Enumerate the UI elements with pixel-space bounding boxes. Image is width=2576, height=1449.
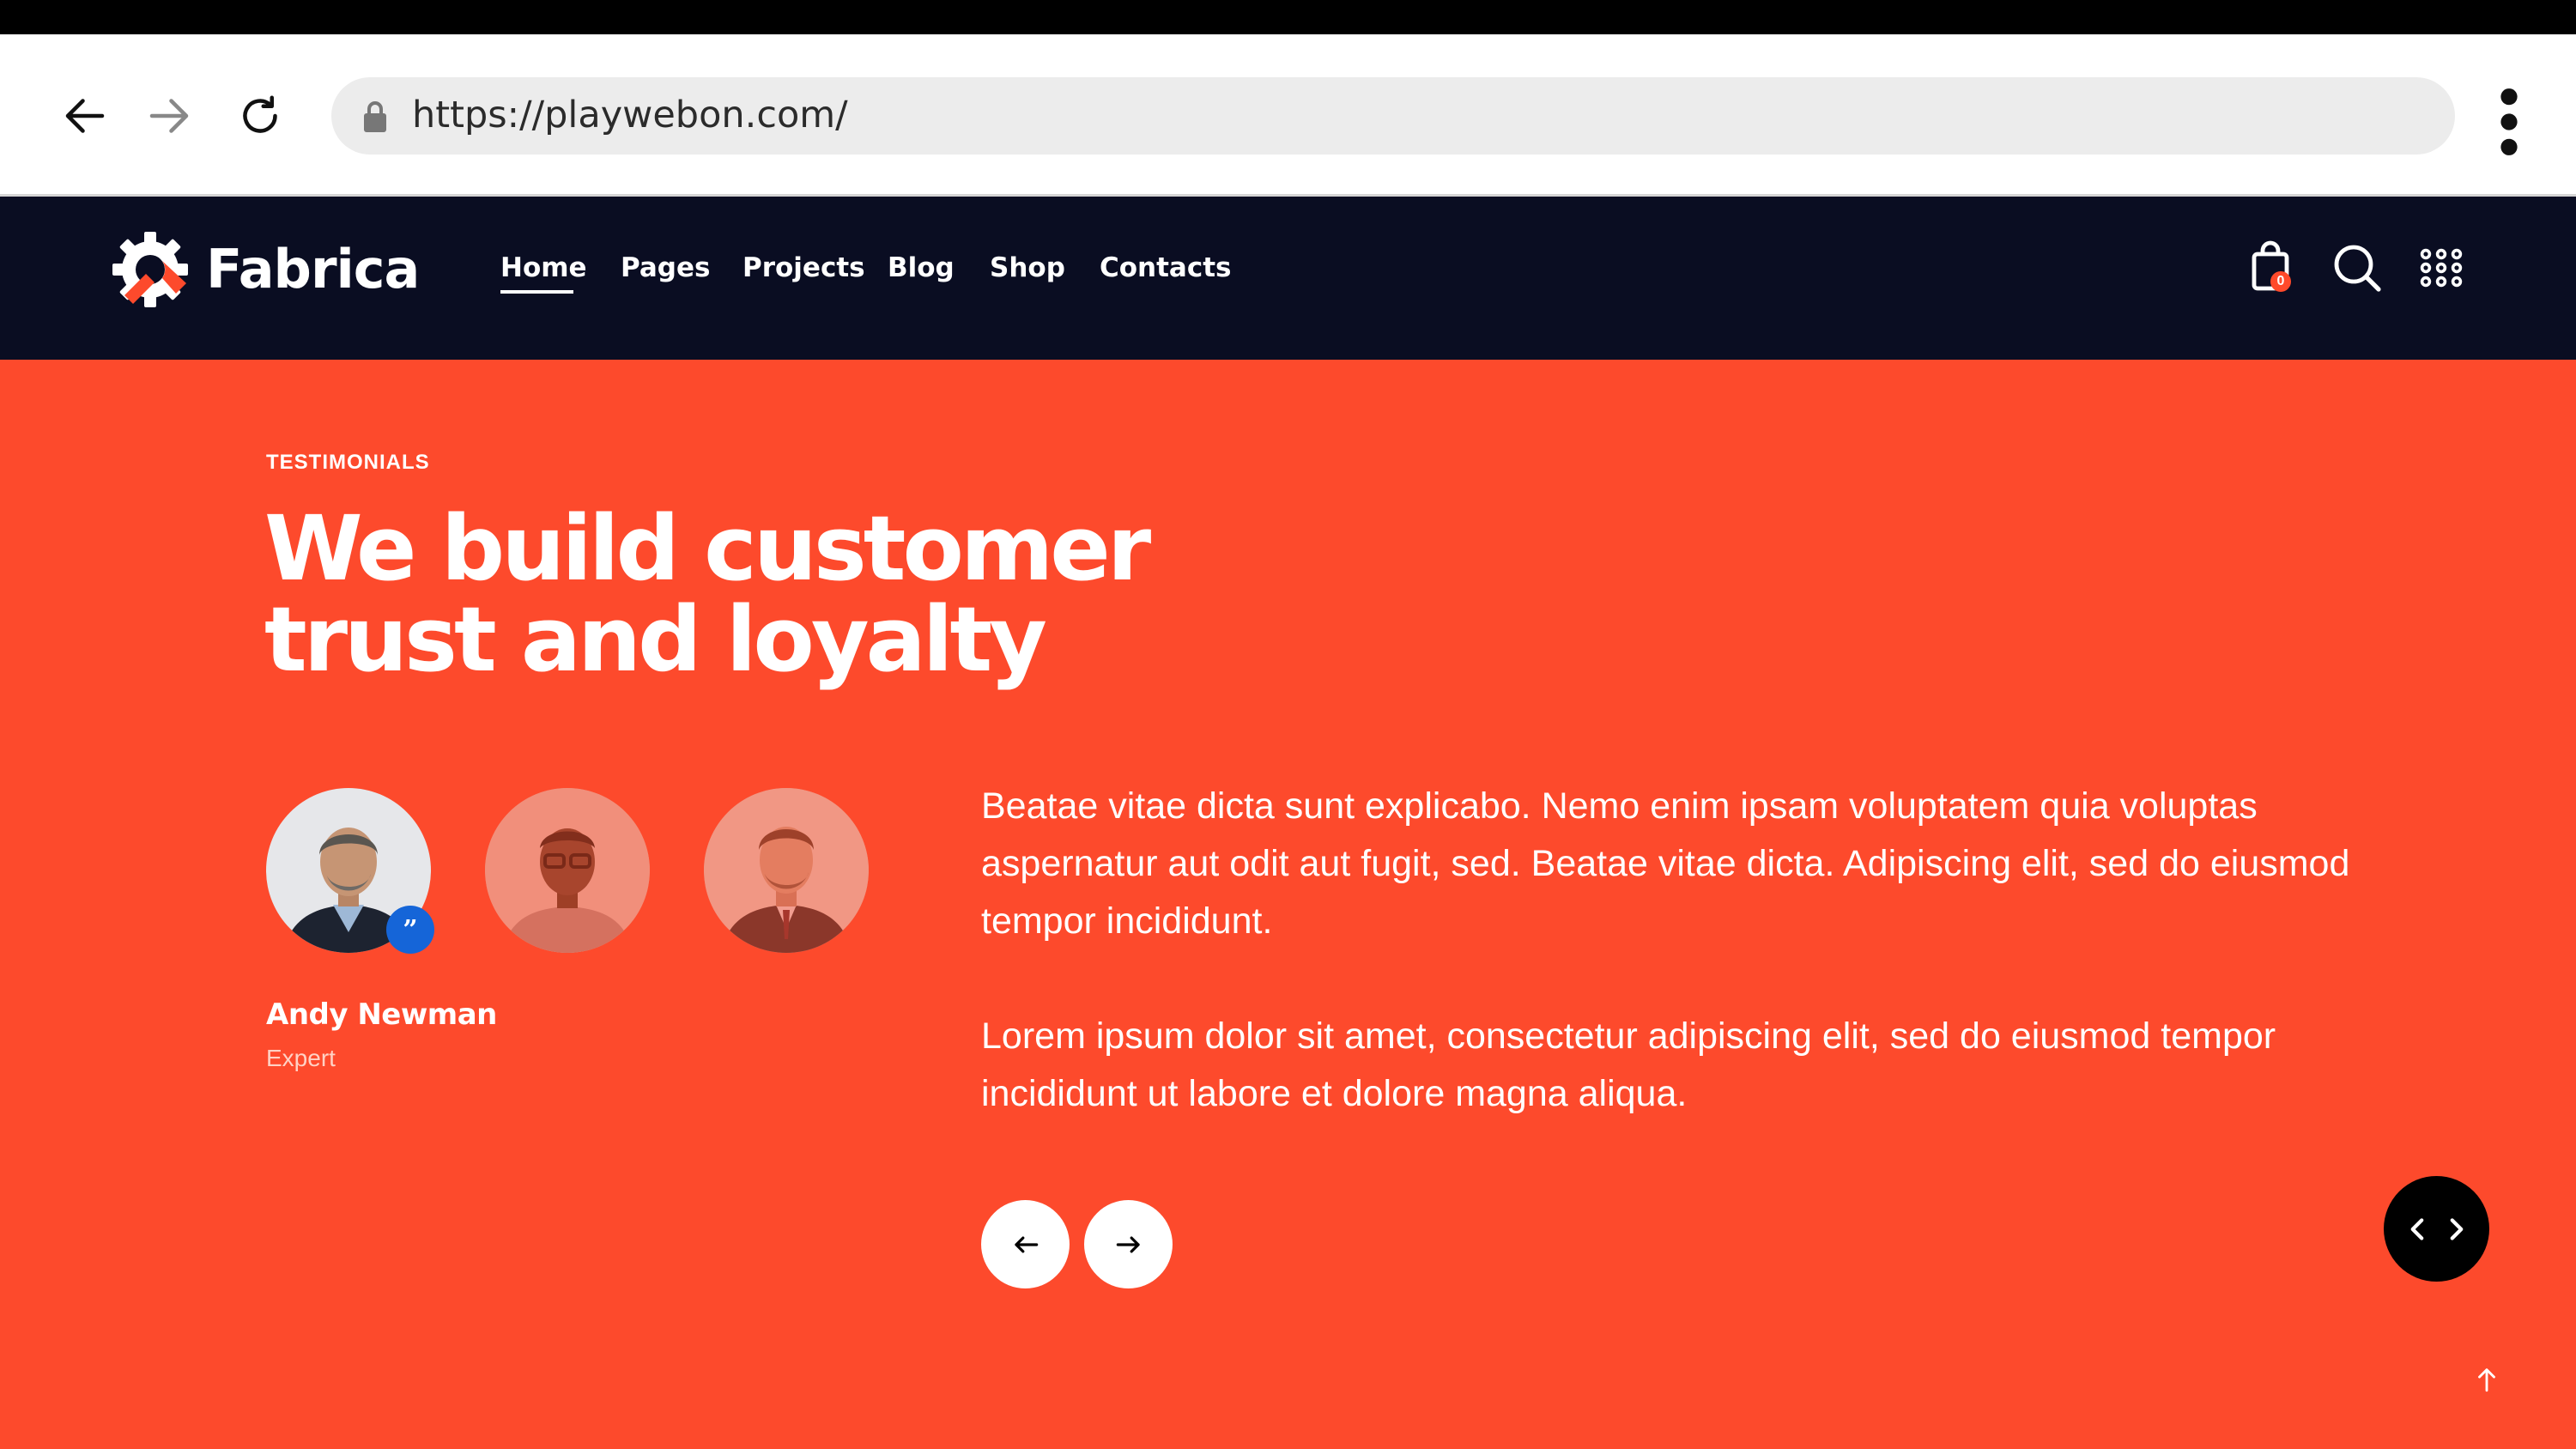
menu-item-contacts[interactable]: Contacts [1100,251,1232,285]
forward-arrow-icon [149,99,189,133]
menu-item-pages[interactable]: Pages [621,251,710,285]
chevron-left-icon [2410,1217,2423,1240]
back-button[interactable] [55,82,115,150]
search-icon[interactable] [2331,240,2383,295]
scroll-to-top-icon[interactable] [2472,1365,2501,1394]
chevron-right-icon [2450,1217,2463,1240]
section-eyebrow: TESTIMONIALS [266,451,430,474]
portrait-image [485,788,650,953]
testimonial-text: Beatae vitae dicta sunt explicabo. Nemo … [981,778,2355,1180]
reload-icon [243,95,277,133]
cart-count-badge: 0 [2270,271,2291,292]
arrow-left-icon [1014,1236,1038,1252]
quote-icon: ” [386,906,434,954]
menu-item-projects[interactable]: Projects [742,251,865,285]
url-text[interactable]: https://playwebon.com/ [412,91,848,139]
arrow-right-icon [1116,1236,1140,1252]
gear-logo-icon[interactable] [107,227,193,312]
person-role: Expert [266,1045,336,1071]
logo-text[interactable]: Fabrica [206,237,420,302]
menu-item-blog[interactable]: Blog [888,251,955,285]
menu-item-shop[interactable]: Shop [990,251,1065,285]
more-vert-icon[interactable] [2496,88,2522,156]
floating-demo-switch-button[interactable] [2384,1176,2489,1282]
section-headline: We build customer trust and loyalty [264,496,1151,692]
previous-testimonial-button[interactable] [981,1200,1070,1288]
grid-menu-icon[interactable] [2415,240,2467,295]
testimonial-paragraph-2: Lorem ipsum dolor sit amet, consectetur … [981,1016,2276,1114]
portrait-image [704,788,869,953]
person-name: Andy Newman [266,997,497,1032]
lock-icon [364,101,386,132]
forward-button[interactable] [139,82,199,150]
status-bar [0,0,2576,34]
active-menu-underline [500,290,573,294]
menu-item-home[interactable]: Home [500,251,587,285]
avatar-3[interactable] [704,788,869,953]
back-arrow-icon [65,99,105,133]
avatar-2[interactable] [485,788,650,953]
testimonial-paragraph-1: Beatae vitae dicta sunt explicabo. Nemo … [981,785,2350,942]
next-testimonial-button[interactable] [1084,1200,1173,1288]
reload-button[interactable] [230,82,290,150]
